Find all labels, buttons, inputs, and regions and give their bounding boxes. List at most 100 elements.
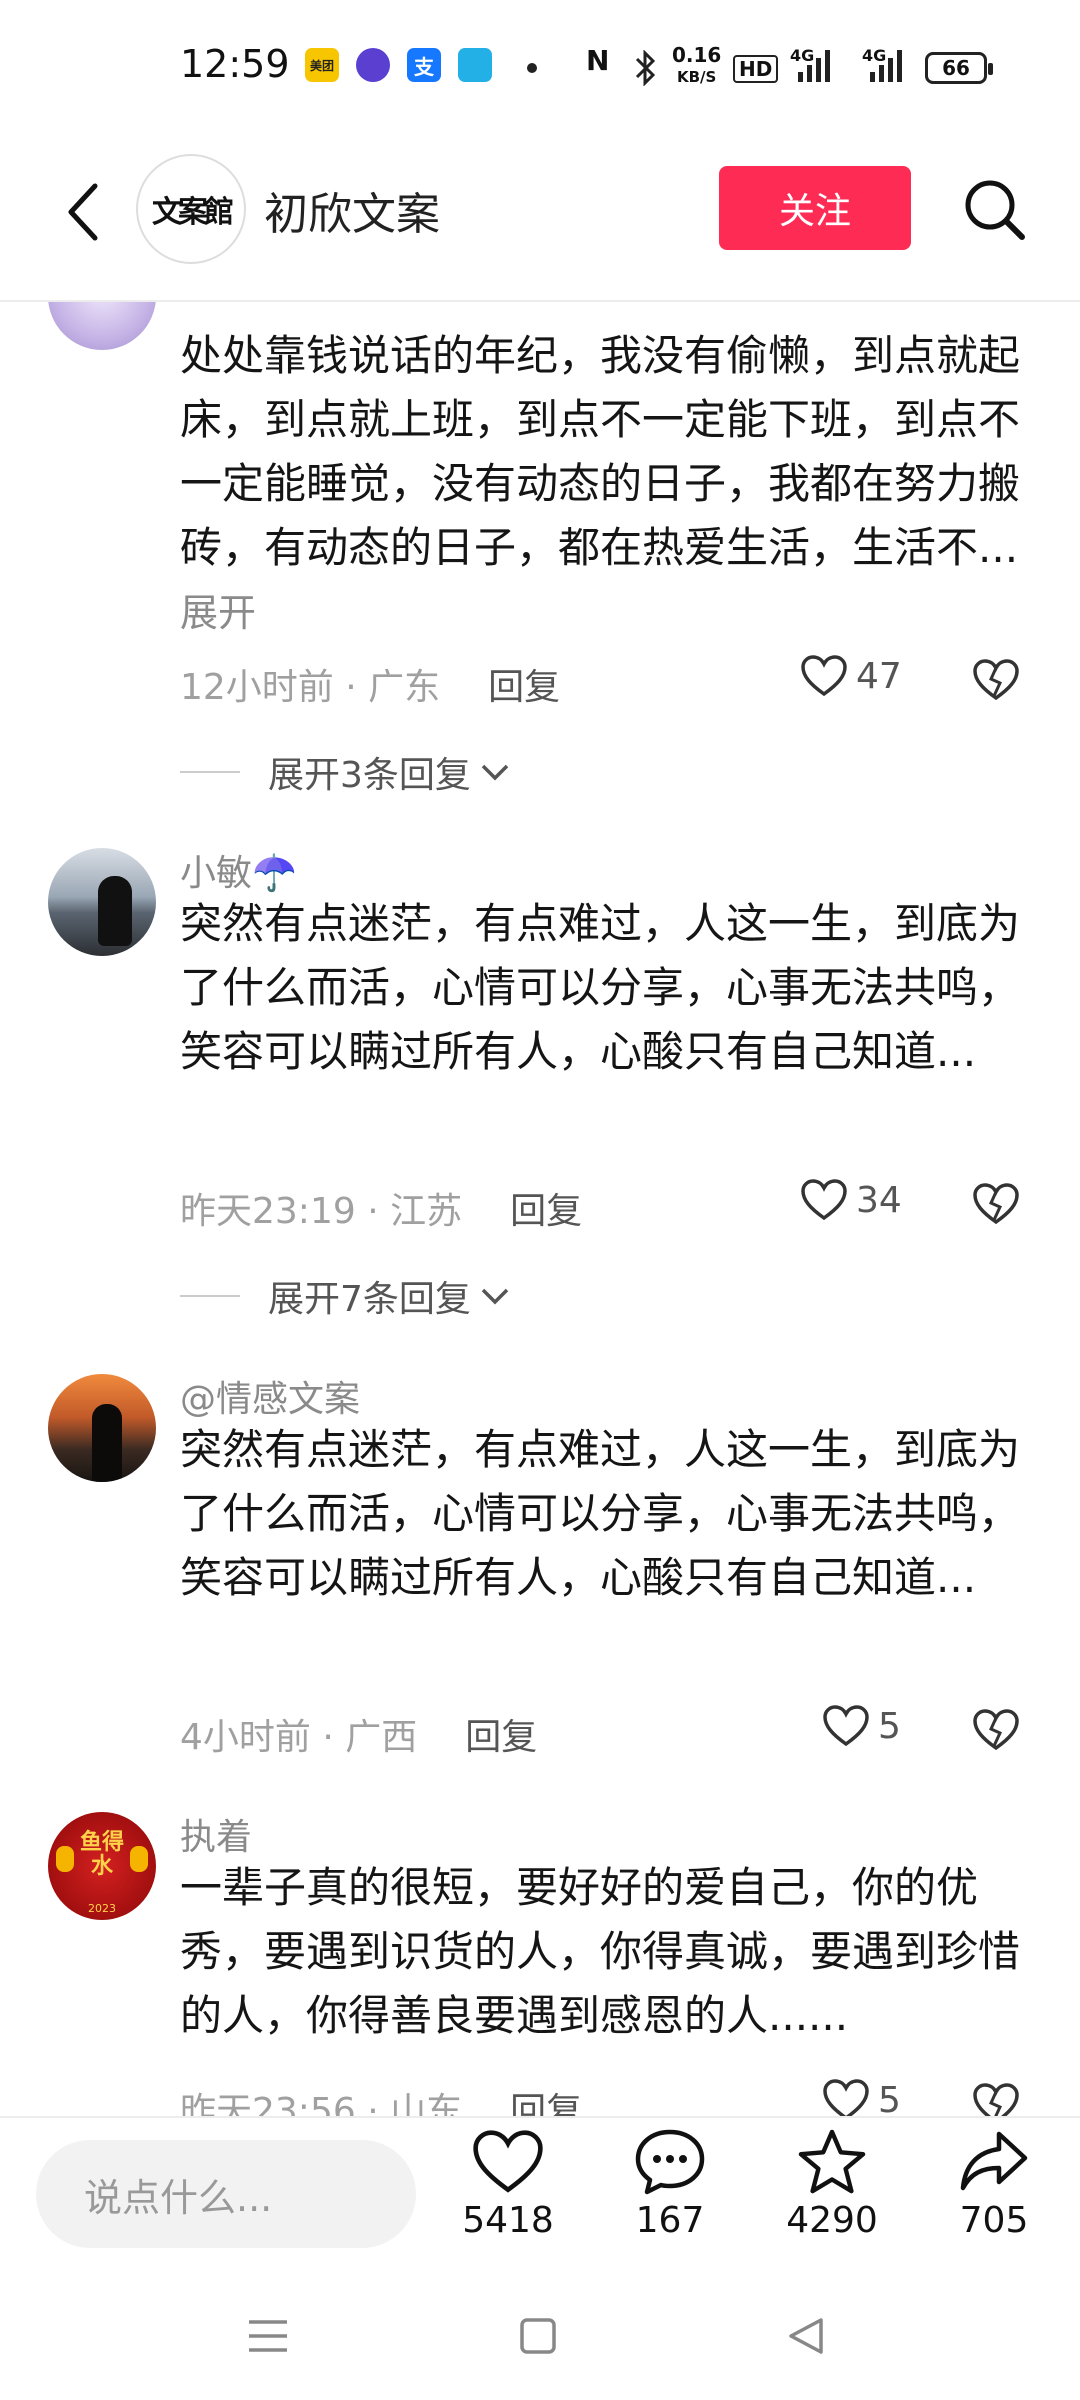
network-speed: 0.16 KB/S [672, 44, 721, 88]
home-button[interactable] [508, 2306, 568, 2366]
signal-4g-icon-2: 4G [862, 46, 906, 86]
chevron-down-icon [481, 764, 509, 781]
comment-like-count: 47 [856, 655, 902, 697]
comment-meta: 昨天23:19 · 江苏 回复 [180, 1182, 582, 1234]
channel-avatar[interactable]: 文案館 [136, 154, 246, 264]
comment-dislike-button[interactable] [972, 1182, 1020, 1230]
heart-outline-icon [823, 2079, 869, 2116]
signal-4g-icon-1: 4G [790, 46, 834, 86]
avatar-year: 2023 [88, 1902, 116, 1915]
reply-button[interactable]: 回复 [510, 1182, 582, 1234]
comment-input[interactable]: 说点什么... [36, 2140, 416, 2248]
comment-time-location: 4小时前 · 广西 [180, 1717, 418, 1758]
channel-name[interactable]: 初欣文案 [264, 178, 440, 242]
like-count: 5418 [462, 2200, 554, 2241]
heart-outline-icon [473, 2130, 543, 2193]
reply-button[interactable]: 回复 [465, 1708, 537, 1760]
expand-divider [180, 1295, 240, 1297]
comment-text: 突然有点迷茫，有点难过，人这一生，到底为了什么而活，心情可以分享，心事无法共鸣，… [180, 899, 1021, 1076]
avatar-lantern-left [56, 1846, 74, 1872]
comment-time-location: 昨天23:19 · 江苏 [180, 1191, 463, 1232]
nfc-icon: N [586, 44, 610, 77]
battery-indicator: 66 [925, 52, 993, 84]
comment-action-button[interactable]: 167 [610, 2128, 730, 2278]
comment-expand-button[interactable]: 展开 [180, 591, 256, 635]
back-nav-button[interactable] [776, 2306, 836, 2366]
comment-bubble-icon [635, 2129, 705, 2195]
comment-time-location: 昨天23:56 · 山东 [180, 2091, 463, 2116]
comment-username[interactable]: 小敏☂️ [180, 844, 297, 896]
back-button[interactable] [48, 172, 118, 252]
expand-replies-label: 展开3条回复 [268, 755, 471, 796]
avatar-figure [98, 876, 132, 946]
expand-divider [180, 771, 240, 773]
comment-like-button[interactable]: 47 [800, 654, 902, 698]
hd-icon: HD [733, 55, 779, 83]
meituan-app-icon: 美团 [305, 48, 339, 82]
expand-replies-label: 展开7条回复 [268, 1279, 471, 1320]
network-speed-value: 0.16 [672, 43, 722, 67]
comment-like-button[interactable]: 5 [822, 2078, 901, 2116]
comment-text: 处处靠钱说话的年纪，我没有偷懒，到点就起床，到点就上班，到点不一定能下班，到点不… [180, 324, 1020, 645]
chevron-down-icon [481, 1288, 509, 1305]
avatar-lantern-right [130, 1846, 148, 1872]
comment-dislike-button[interactable] [972, 2082, 1020, 2116]
back-arrow-icon [68, 183, 98, 241]
comment-meta: 昨天23:56 · 山东 回复 [180, 2082, 582, 2116]
comment-avatar[interactable]: 鱼得水 2023 [48, 1812, 156, 1920]
signal-4g-label-2: 4G [862, 46, 887, 65]
broken-heart-icon [973, 659, 1019, 701]
share-action-button[interactable]: 705 [934, 2128, 1054, 2278]
reply-button[interactable]: 回复 [488, 658, 560, 710]
triangle-back-icon [789, 2318, 823, 2354]
comment-like-button[interactable]: 34 [800, 1178, 902, 1222]
like-action-button[interactable]: 5418 [448, 2128, 568, 2278]
comment-like-button[interactable]: 5 [822, 1704, 901, 1748]
comment-dislike-button[interactable] [972, 658, 1020, 706]
favorite-action-button[interactable]: 4290 [772, 2128, 892, 2278]
broken-heart-icon [973, 1183, 1019, 1225]
favorite-count: 4290 [786, 2200, 878, 2241]
circle-app-icon [356, 48, 390, 82]
system-nav-bar [0, 2276, 1080, 2400]
comment-avatar[interactable] [48, 1374, 156, 1482]
comment-username[interactable]: @情感文案 [180, 1370, 360, 1422]
page-header: 文案館 初欣文案 关注 [0, 140, 1080, 302]
comment-text: 突然有点迷茫，有点难过，人这一生，到底为了什么而活，心情可以分享，心事无法共鸣，… [180, 1425, 1021, 1602]
notification-dot-icon [527, 63, 537, 73]
comment-meta: 4小时前 · 广西 回复 [180, 1708, 537, 1760]
heart-outline-icon [801, 655, 847, 697]
avatar-calligraphy: 鱼得水 [79, 1829, 124, 1879]
comment-dislike-button[interactable] [972, 1708, 1020, 1756]
comment-count: 167 [635, 2200, 705, 2241]
expand-replies-button[interactable]: 展开7条回复 [180, 1270, 511, 1322]
heart-outline-icon [801, 1179, 847, 1221]
broken-heart-icon [973, 2083, 1019, 2116]
heart-outline-icon [823, 1705, 869, 1747]
share-arrow-icon [960, 2131, 1028, 2191]
reply-button[interactable]: 回复 [510, 2082, 582, 2116]
comment-like-count: 5 [878, 1705, 901, 1747]
comment-avatar[interactable] [48, 848, 156, 956]
bottom-action-bar: 说点什么... 5418 167 4290 705 [0, 2116, 1080, 2276]
share-count: 705 [959, 2200, 1029, 2241]
recent-apps-button[interactable] [238, 2306, 298, 2366]
broken-heart-icon [973, 1709, 1019, 1751]
comment-like-count: 34 [856, 1179, 902, 1221]
camel-app-icon [458, 48, 492, 82]
star-outline-icon [798, 2129, 866, 2194]
avatar-figure [92, 1404, 122, 1482]
expand-replies-button[interactable]: 展开3条回复 [180, 746, 511, 798]
comment-time-location: 12小时前 · 广东 [180, 667, 441, 708]
search-icon [965, 180, 1025, 240]
follow-button[interactable]: 关注 [719, 166, 911, 250]
network-speed-unit: KB/S [677, 68, 717, 86]
status-bar: 12:59 美团 支 N 0.16 KB/S HD 4G 4G 66 [0, 0, 1080, 140]
comment-like-count: 5 [878, 2079, 901, 2117]
comment-avatar[interactable] [48, 302, 156, 350]
comment-text-body: 处处靠钱说话的年纪，我没有偷懒，到点就起床，到点就上班，到点不一定能下班，到点不… [180, 331, 1021, 572]
comment-list[interactable]: 处处靠钱说话的年纪，我没有偷懒，到点就起床，到点就上班，到点不一定能下班，到点不… [0, 302, 1080, 2116]
search-button[interactable] [955, 170, 1035, 250]
comment-username[interactable]: 执着 [180, 1808, 252, 1860]
alipay-app-icon: 支 [407, 48, 441, 82]
